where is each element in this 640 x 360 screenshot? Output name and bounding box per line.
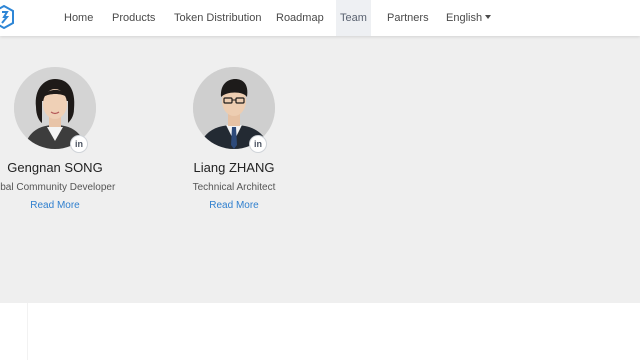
nav-roadmap[interactable]: Roadmap xyxy=(276,0,324,36)
member-name: Liang ZHANG xyxy=(193,160,275,175)
member-role: Technical Architect xyxy=(192,182,276,193)
team-section: in Gengnan SONG obal Community Developer… xyxy=(0,36,640,303)
top-navbar: Home Products Token Distribution Roadmap… xyxy=(0,0,640,36)
member-role: obal Community Developer xyxy=(0,182,116,193)
nav-token-distribution[interactable]: Token Distribution xyxy=(174,0,261,36)
nav-partners[interactable]: Partners xyxy=(387,0,429,36)
nav-home[interactable]: Home xyxy=(64,0,93,36)
divider xyxy=(27,303,28,360)
read-more-link[interactable]: Read More xyxy=(134,200,334,211)
nav-team[interactable]: Team xyxy=(336,0,371,36)
member-name: Gengnan SONG xyxy=(7,160,103,175)
linkedin-icon[interactable]: in xyxy=(70,135,88,153)
read-more-link[interactable]: Read More xyxy=(0,200,155,211)
caret-down-icon xyxy=(485,15,492,20)
language-dropdown[interactable]: English xyxy=(446,0,492,36)
logo-icon[interactable] xyxy=(0,5,14,29)
nav-products[interactable]: Products xyxy=(112,0,155,36)
language-label: English xyxy=(446,12,483,24)
linkedin-icon[interactable]: in xyxy=(249,135,267,153)
page-footer-area xyxy=(0,303,640,360)
